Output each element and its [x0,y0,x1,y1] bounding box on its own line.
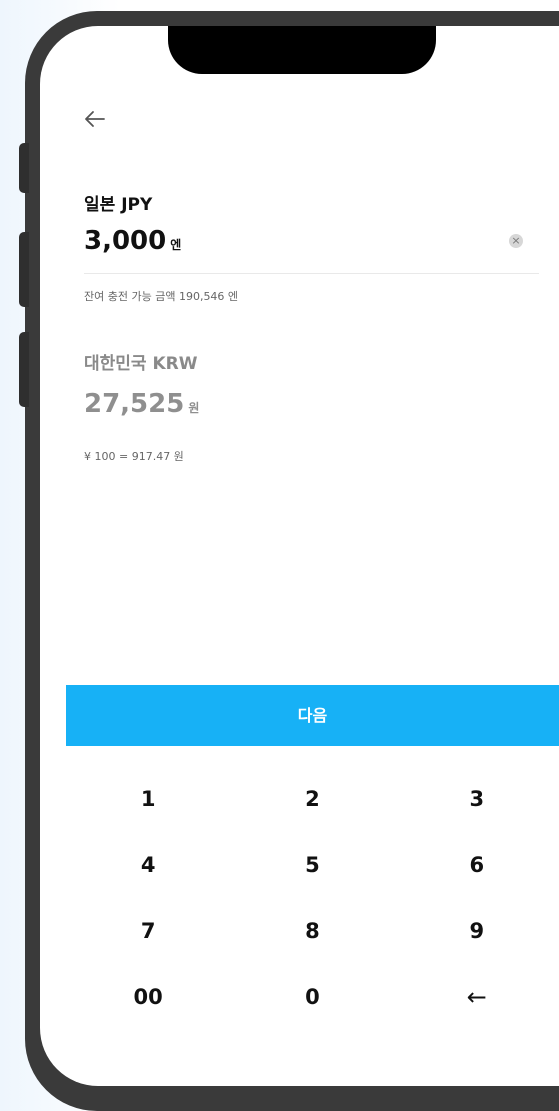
phone-screen: 일본 JPY 3,000 엔 × 잔여 충전 가능 금액 190,546 엔 대한… [40,26,559,1086]
phone-silent-switch [19,143,29,193]
next-button[interactable]: 다음 [66,685,559,746]
to-currency-label: 대한민국 KRW [84,354,198,374]
from-amount-value: 3,000 [84,226,167,256]
back-arrow-icon[interactable] [82,106,108,132]
from-amount-field[interactable]: 3,000 엔 [84,226,181,256]
key-00[interactable]: 00 [66,964,230,1030]
numeric-keypad: 1 2 3 4 5 6 7 8 9 00 0 ← [66,766,559,1030]
backspace-icon[interactable]: ← [395,964,559,1030]
key-0[interactable]: 0 [230,964,394,1030]
to-amount-value: 27,525 [84,389,185,419]
keypad-row: 1 2 3 [66,766,559,832]
balance-note: 잔여 충전 가능 금액 190,546 엔 [84,290,239,303]
key-6[interactable]: 6 [395,832,559,898]
key-8[interactable]: 8 [230,898,394,964]
key-9[interactable]: 9 [395,898,559,964]
from-currency-label: 일본 JPY [84,195,153,215]
amount-divider [84,273,539,274]
exchange-rate: ¥ 100 = 917.47 원 [84,450,184,463]
key-7[interactable]: 7 [66,898,230,964]
key-4[interactable]: 4 [66,832,230,898]
key-1[interactable]: 1 [66,766,230,832]
phone-volume-down-button [19,332,29,407]
to-amount-field: 27,525 원 [84,389,199,419]
phone-volume-up-button [19,232,29,307]
keypad-row: 00 0 ← [66,964,559,1030]
key-2[interactable]: 2 [230,766,394,832]
keypad-row: 7 8 9 [66,898,559,964]
keypad-row: 4 5 6 [66,832,559,898]
to-amount-unit: 원 [188,401,200,415]
phone-notch [168,26,436,74]
from-amount-unit: 엔 [170,238,182,252]
key-3[interactable]: 3 [395,766,559,832]
clear-icon[interactable]: × [509,234,523,248]
key-5[interactable]: 5 [230,832,394,898]
